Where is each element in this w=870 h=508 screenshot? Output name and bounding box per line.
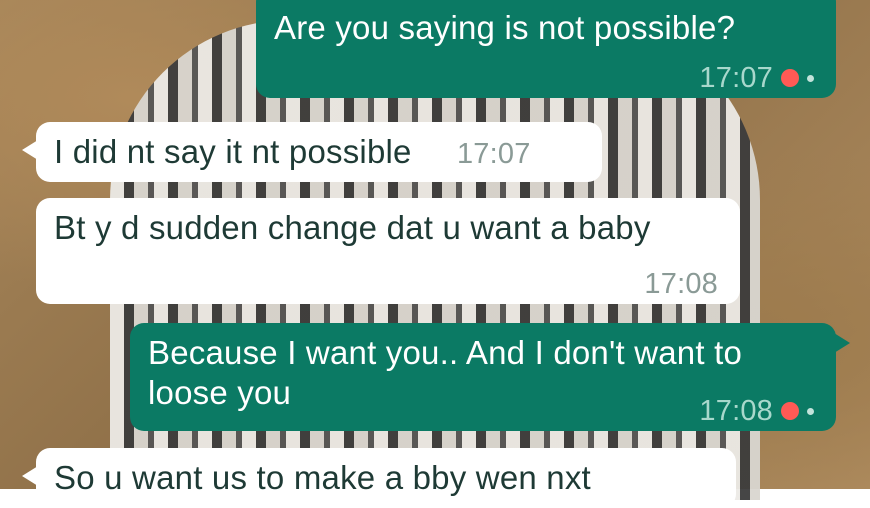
message-text: I did nt say it nt possible xyxy=(54,133,412,170)
message-bubble-outgoing[interactable]: Are you saying is not possible? 17:07 xyxy=(256,0,836,98)
message-time: 17:08 xyxy=(644,268,718,300)
message-text: So u want us to make a bby wen nxt xyxy=(54,459,591,496)
message-bubble-incoming[interactable]: I did nt say it nt possible 17:07 xyxy=(22,122,602,182)
secondary-dot-icon xyxy=(807,74,814,82)
message-bubble-incoming[interactable]: So u want us to make a bby wen nxt xyxy=(22,448,736,508)
secondary-dot-icon xyxy=(807,407,814,415)
message-bubble-outgoing[interactable]: Because I want you.. And I don't want to… xyxy=(130,323,850,431)
message-bubble-incoming[interactable]: Bt y d sudden change dat u want a baby 1… xyxy=(36,198,740,304)
status-dot-icon xyxy=(781,402,799,420)
message-time: 17:07 xyxy=(699,62,773,94)
message-time: 17:07 xyxy=(456,138,531,171)
message-text: Bt y d sudden change dat u want a baby xyxy=(54,209,651,246)
message-text: Are you saying is not possible? xyxy=(274,9,736,46)
status-dot-icon xyxy=(781,69,799,87)
message-time: 17:08 xyxy=(699,395,773,427)
